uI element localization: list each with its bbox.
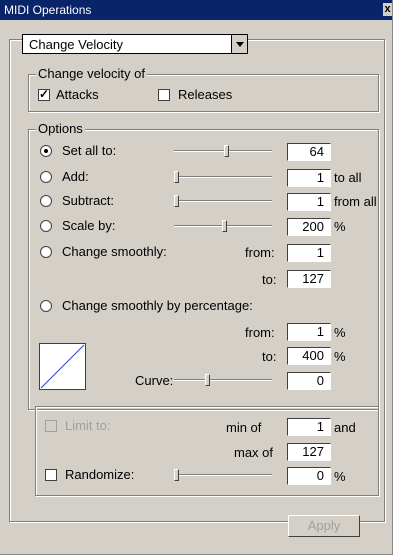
set-all-input[interactable]: 64 — [287, 143, 331, 161]
scale-slider[interactable] — [174, 220, 272, 232]
add-slider[interactable] — [174, 171, 272, 183]
attacks-label: Attacks — [56, 87, 99, 102]
min-input[interactable]: 1 — [287, 418, 331, 436]
scale-input[interactable]: 200 — [287, 218, 331, 236]
pct-from-suffix: % — [334, 325, 346, 340]
subtract-suffix: from all — [334, 194, 377, 209]
limit-to-label: Limit to: — [65, 418, 111, 433]
subtract-input[interactable]: 1 — [287, 193, 331, 211]
apply-button[interactable]: Apply — [288, 515, 360, 537]
velocity-group-label: Change velocity of — [36, 66, 147, 81]
randomize-checkbox[interactable] — [45, 469, 57, 481]
smooth-from-input[interactable]: 1 — [287, 244, 331, 262]
set-all-slider[interactable] — [174, 145, 272, 157]
randomize-suffix: % — [334, 469, 346, 484]
smooth-from-label: from: — [245, 245, 275, 260]
options-group-label: Options — [36, 121, 85, 136]
scale-label: Scale by: — [62, 218, 116, 233]
max-of-label: max of — [234, 445, 274, 460]
add-label: Add: — [62, 169, 89, 184]
curve-input[interactable]: 0 — [287, 372, 331, 390]
curve-slider[interactable] — [174, 374, 272, 386]
operation-dropdown[interactable]: Change Velocity — [22, 34, 248, 54]
min-suffix: and — [334, 420, 356, 435]
subtract-slider-thumb[interactable] — [174, 195, 179, 207]
releases-checkbox[interactable] — [158, 89, 170, 101]
smooth-to-label: to: — [262, 272, 277, 287]
randomize-input[interactable]: 0 — [287, 467, 331, 485]
attacks-checkbox[interactable] — [38, 87, 50, 101]
limit-to-checkbox[interactable] — [45, 420, 57, 432]
releases-label: Releases — [178, 87, 233, 102]
scale-suffix: % — [334, 219, 346, 234]
pct-to-suffix: % — [334, 349, 346, 364]
curve-preview-icon — [39, 343, 86, 390]
add-input[interactable]: 1 — [287, 169, 331, 187]
min-of-label: min of — [226, 420, 262, 435]
set-all-label: Set all to: — [62, 143, 117, 158]
window-title: MIDI Operations — [4, 3, 92, 17]
pct-to-label: to: — [262, 349, 277, 364]
change-smoothly-pct-label: Change smoothly by percentage: — [62, 298, 253, 313]
scale-radio[interactable] — [40, 220, 52, 232]
set-all-radio[interactable] — [40, 145, 52, 157]
curve-label: Curve: — [135, 373, 174, 388]
max-input[interactable]: 127 — [287, 443, 331, 461]
pct-to-input[interactable]: 400 — [287, 347, 331, 365]
change-smoothly-radio[interactable] — [40, 246, 52, 258]
randomize-slider[interactable] — [174, 469, 272, 481]
set-all-slider-thumb[interactable] — [224, 145, 229, 157]
change-smoothly-label: Change smoothly: — [62, 244, 167, 259]
add-slider-thumb[interactable] — [174, 171, 179, 183]
subtract-label: Subtract: — [62, 193, 115, 208]
pct-from-input[interactable]: 1 — [287, 323, 331, 341]
close-icon[interactable]: x — [383, 3, 392, 16]
curve-slider-thumb[interactable] — [205, 374, 210, 386]
randomize-label: Randomize: — [65, 467, 135, 482]
title-bar: MIDI Operations x — [0, 0, 392, 20]
subtract-slider[interactable] — [174, 195, 272, 207]
chevron-down-icon[interactable] — [231, 35, 247, 53]
midi-operations-window: MIDI Operations x Change Velocity Change… — [0, 0, 393, 555]
randomize-slider-thumb[interactable] — [174, 469, 179, 481]
subtract-radio[interactable] — [40, 195, 52, 207]
add-suffix: to all — [334, 170, 362, 185]
operation-dropdown-value: Change Velocity — [29, 37, 123, 52]
smooth-to-input[interactable]: 127 — [287, 270, 331, 288]
scale-slider-thumb[interactable] — [222, 220, 227, 232]
add-radio[interactable] — [40, 171, 52, 183]
pct-from-label: from: — [245, 325, 275, 340]
change-smoothly-pct-radio[interactable] — [40, 300, 52, 312]
